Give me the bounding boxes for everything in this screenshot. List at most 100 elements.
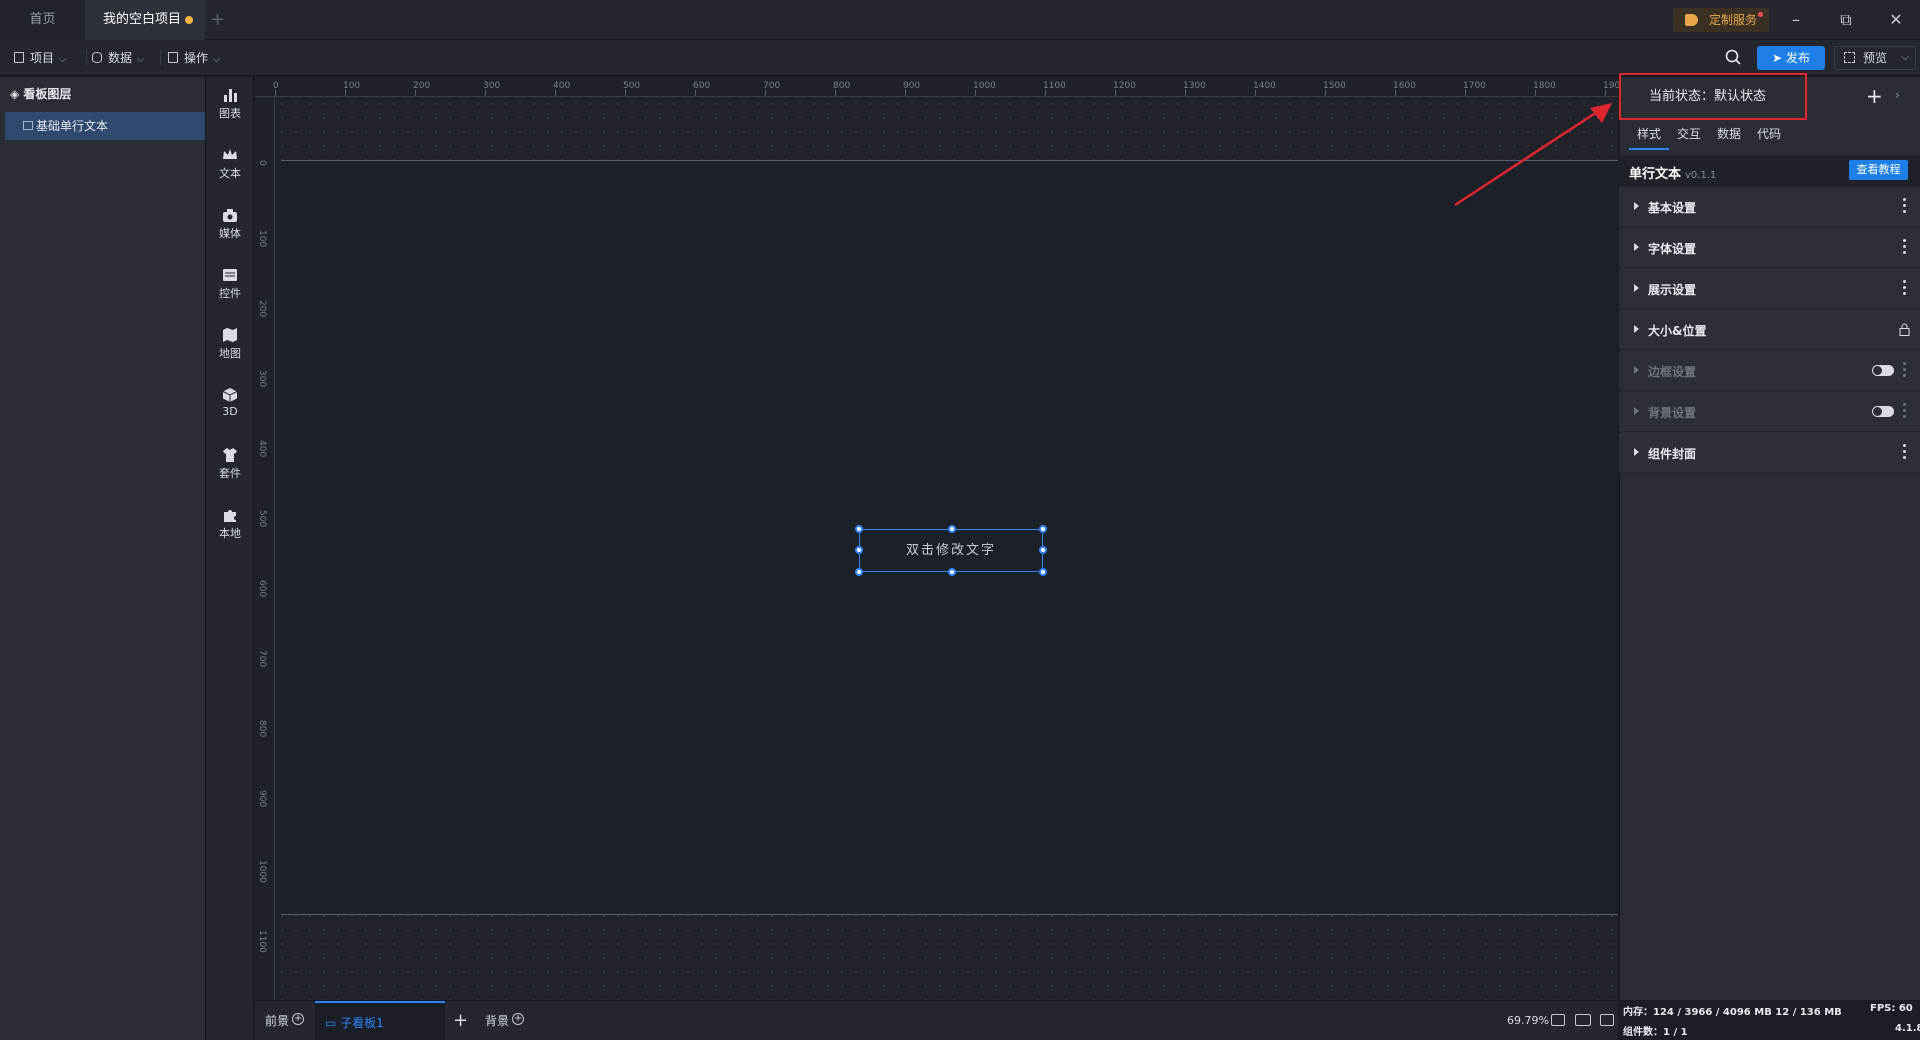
vertical-ruler[interactable]: 0 100 200 300 400 500 600 700 800 900 1000 1100 [255, 97, 275, 1000]
component-title: 单行文本 v0.1.1 [1629, 163, 1716, 182]
section-border[interactable]: 边框设置 [1619, 351, 1920, 391]
current-state[interactable]: 当前状态：默认状态 [1619, 73, 1807, 120]
cube-icon [222, 388, 238, 402]
map-icon [223, 328, 237, 342]
component-bar: 图表 文本 媒体 控件 地图 3D 套件 本地 [206, 77, 254, 1040]
ruler-tick [1395, 90, 1396, 96]
background-toggle[interactable] [1872, 406, 1894, 417]
notification-badge [1758, 12, 1763, 17]
more-icon[interactable] [1903, 362, 1906, 378]
search-icon[interactable] [1724, 48, 1742, 66]
resize-handle[interactable] [1039, 546, 1047, 554]
tutorial-button[interactable]: 查看教程 [1849, 160, 1908, 180]
component-local[interactable]: 本地 [206, 507, 254, 541]
resize-handle[interactable] [948, 568, 956, 576]
ruler-tick [905, 90, 906, 96]
add-state-icon[interactable]: + [1866, 84, 1883, 108]
custom-service-button[interactable]: 定制服务 [1673, 8, 1769, 32]
resize-handle[interactable] [855, 568, 863, 576]
preview-button[interactable]: 预览 ⌵ [1834, 46, 1916, 70]
component-map[interactable]: 地图 [206, 327, 254, 361]
more-icon[interactable] [1903, 444, 1906, 460]
component-media[interactable]: 媒体 [206, 207, 254, 241]
tab-interaction[interactable]: 交互 [1677, 125, 1701, 142]
text-widget-label: 双击修改文字 [905, 543, 996, 558]
ruler-tick-label: 1100 [1043, 81, 1066, 91]
section-label: 基本设置 [1648, 201, 1697, 215]
section-label: 展示设置 [1648, 283, 1697, 297]
data-menu[interactable]: 数据 ⌵ [92, 40, 144, 76]
widget-icon [223, 269, 237, 281]
close-icon[interactable]: ✕ [1872, 0, 1920, 40]
ops-menu[interactable]: 操作 ⌵ [168, 40, 220, 76]
minimize-icon[interactable]: – [1772, 0, 1820, 40]
ruler-tick [555, 90, 556, 96]
tab-code[interactable]: 代码 [1757, 125, 1781, 142]
add-tab-icon[interactable]: + [210, 9, 225, 30]
restore-icon[interactable]: ⧉ [1822, 0, 1870, 40]
tab-data[interactable]: 数据 [1717, 125, 1741, 142]
ruler-tick-label: 0 [257, 160, 267, 166]
ruler-tick-label: 1600 [1393, 81, 1416, 91]
section-display[interactable]: 展示设置 [1619, 269, 1920, 309]
ruler-tick [835, 90, 836, 96]
component-3d[interactable]: 3D [206, 387, 254, 418]
section-basic[interactable]: 基本设置 [1619, 187, 1920, 227]
component-chart[interactable]: 图表 [206, 87, 254, 121]
more-icon[interactable] [1903, 280, 1906, 296]
foreground-tab[interactable]: 前景 + [265, 1001, 305, 1040]
ruler-tick [975, 90, 976, 96]
resize-handle[interactable] [948, 525, 956, 533]
chevron-down-icon: ⌵ [213, 55, 220, 65]
border-toggle[interactable] [1872, 365, 1894, 376]
text-widget[interactable]: 双击修改文字 [855, 525, 1047, 576]
resize-handle[interactable] [1039, 568, 1047, 576]
monitor-icon: ▭ [325, 1016, 341, 1030]
tab-style[interactable]: 样式 [1629, 125, 1669, 150]
send-icon: ➤ [1772, 51, 1786, 65]
layer-item[interactable]: 基础单行文本 [5, 112, 205, 140]
section-font[interactable]: 字体设置 [1619, 228, 1920, 268]
component-control[interactable]: 控件 [206, 267, 254, 301]
annotation-arrow-icon [1454, 103, 1612, 207]
chevron-down-icon[interactable]: ⌵ [1901, 47, 1909, 69]
ruler-tick [695, 90, 696, 96]
subboard-tab[interactable]: ▭ 子看板1 [315, 1001, 445, 1040]
lock-icon[interactable] [1899, 323, 1910, 336]
ruler-tick [1115, 90, 1116, 96]
fit-screen-icon[interactable] [1551, 1014, 1565, 1026]
component-kit[interactable]: 套件 [206, 447, 254, 481]
keyboard-icon[interactable] [1575, 1014, 1591, 1026]
resize-handle[interactable] [1039, 525, 1047, 533]
project-menu[interactable]: 项目 ⌵ [14, 40, 66, 76]
ruler-tick-label: 600 [257, 580, 267, 598]
chevron-right-icon[interactable]: › [1895, 88, 1900, 102]
ruler-tick-label: 1800 [1533, 81, 1556, 91]
ruler-tick-label: 1700 [1463, 81, 1486, 91]
publish-button[interactable]: ➤ 发布 [1757, 46, 1825, 70]
section-background[interactable]: 背景设置 [1619, 392, 1920, 432]
more-icon[interactable] [1903, 403, 1906, 419]
section-cover[interactable]: 组件封面 [1619, 433, 1920, 473]
zoom-level[interactable]: 69.79% [1507, 1001, 1549, 1040]
more-icon[interactable] [1903, 239, 1906, 255]
section-size-position[interactable]: 大小&位置 [1619, 310, 1920, 350]
ops-menu-label: 操作 [184, 51, 209, 65]
horizontal-ruler[interactable]: 0 100 200 300 400 500 600 700 800 900 1000 1100 1200… [255, 77, 1626, 97]
more-icon[interactable] [1903, 198, 1906, 214]
background-tab[interactable]: 背景 + [485, 1001, 525, 1040]
tab-home[interactable]: 首页 [0, 0, 85, 40]
caret-right-icon [1634, 284, 1639, 292]
add-subboard-icon[interactable]: + [453, 1001, 468, 1040]
add-circle-icon[interactable]: + [292, 1013, 305, 1025]
ruler-tick-label: 100 [257, 230, 267, 248]
resize-handle[interactable] [855, 546, 863, 554]
section-label: 边框设置 [1648, 365, 1697, 379]
component-text[interactable]: 文本 [206, 147, 254, 181]
terminal-icon[interactable] [1600, 1014, 1614, 1026]
media-icon [223, 209, 237, 222]
tab-project[interactable]: 我的空白项目 [85, 0, 205, 40]
resize-handle[interactable] [855, 525, 863, 533]
add-circle-icon[interactable]: + [512, 1013, 525, 1025]
ruler-tick-label: 400 [257, 440, 267, 458]
